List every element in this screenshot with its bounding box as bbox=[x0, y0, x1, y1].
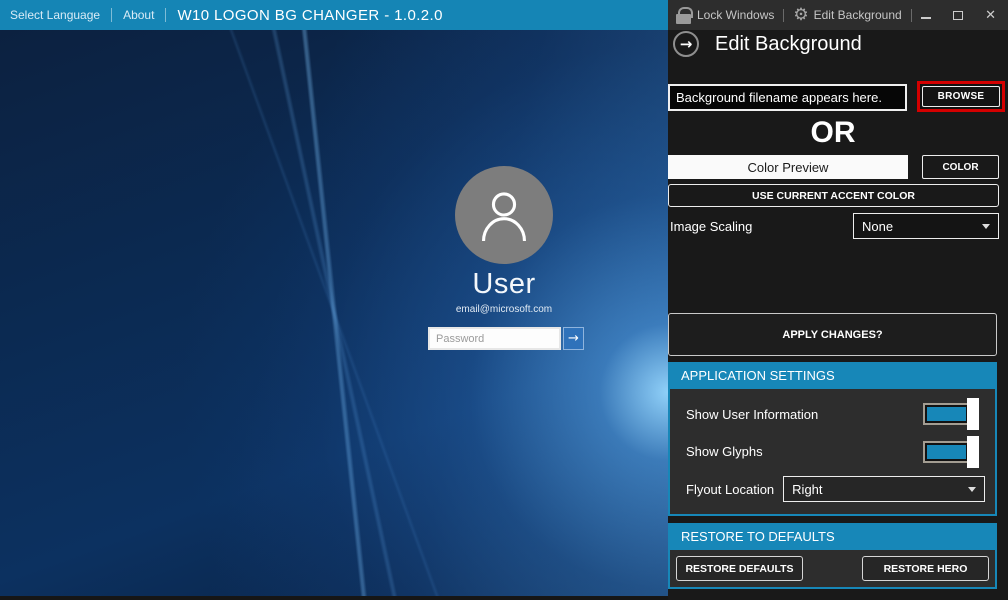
or-label: OR bbox=[668, 116, 998, 150]
collapse-flyout-button[interactable]: → bbox=[673, 31, 699, 57]
person-icon bbox=[473, 184, 535, 246]
restore-to-defaults-section: RESTORE TO DEFAULTS RESTORE DEFAULTS RES… bbox=[668, 523, 997, 589]
color-button[interactable]: COLOR bbox=[922, 155, 999, 179]
menu-about[interactable]: About bbox=[123, 8, 154, 22]
toggle-on-fill bbox=[927, 407, 966, 421]
apply-changes-button[interactable]: APPLY CHANGES? bbox=[668, 313, 997, 356]
window-controls: ✕ bbox=[921, 9, 996, 22]
show-user-information-label: Show User Information bbox=[686, 407, 818, 422]
close-icon[interactable]: ✕ bbox=[985, 9, 996, 22]
use-accent-color-button[interactable]: USE CURRENT ACCENT COLOR bbox=[668, 184, 999, 207]
setting-row-show-user-information: Show User Information bbox=[686, 400, 985, 428]
application-settings-section: APPLICATION SETTINGS Show User Informati… bbox=[668, 362, 997, 516]
chevron-down-icon bbox=[982, 224, 990, 229]
browse-focus-outline: BROWSE bbox=[917, 81, 1005, 112]
password-input[interactable] bbox=[428, 327, 561, 350]
restore-defaults-button[interactable]: RESTORE DEFAULTS bbox=[676, 556, 803, 581]
image-scaling-value: None bbox=[862, 219, 893, 234]
browse-button[interactable]: BROWSE bbox=[922, 86, 1000, 107]
flyout-location-dropdown[interactable]: Right bbox=[783, 476, 985, 502]
titlebar-divider bbox=[783, 9, 784, 22]
flyout-header: → Edit Background bbox=[673, 31, 862, 57]
password-row: → bbox=[428, 327, 584, 350]
toggle-on-fill bbox=[927, 445, 966, 459]
logon-background-preview: User email@microsoft.com → bbox=[0, 30, 668, 596]
show-glyphs-label: Show Glyphs bbox=[686, 444, 763, 459]
titlebar-divider bbox=[111, 8, 112, 22]
user-avatar bbox=[455, 166, 553, 264]
toggle-thumb bbox=[967, 436, 979, 468]
gear-icon: ⚙ bbox=[793, 7, 808, 24]
password-submit-button[interactable]: → bbox=[563, 327, 584, 350]
minimize-icon[interactable] bbox=[921, 17, 931, 19]
application-settings-header: APPLICATION SETTINGS bbox=[668, 362, 997, 389]
lock-icon bbox=[676, 14, 691, 24]
flyout-location-value: Right bbox=[792, 482, 822, 497]
maximize-icon[interactable] bbox=[953, 11, 963, 20]
username-label: User bbox=[404, 268, 604, 301]
toggle-thumb bbox=[967, 398, 979, 430]
restore-to-defaults-header: RESTORE TO DEFAULTS bbox=[668, 523, 997, 550]
setting-row-flyout-location: Flyout Location Right bbox=[686, 475, 985, 503]
app-title: W10 LOGON BG CHANGER - 1.0.2.0 bbox=[177, 7, 442, 24]
restore-hero-button[interactable]: RESTORE HERO bbox=[862, 556, 989, 581]
titlebar: Select Language About W10 LOGON BG CHANG… bbox=[0, 0, 668, 30]
restore-to-defaults-body: RESTORE DEFAULTS RESTORE HERO bbox=[668, 550, 997, 589]
titlebar-right: Lock Windows ⚙ Edit Background ✕ bbox=[668, 0, 1008, 30]
menu-select-language[interactable]: Select Language bbox=[10, 8, 100, 22]
show-glyphs-toggle[interactable] bbox=[923, 441, 979, 463]
setting-row-show-glyphs: Show Glyphs bbox=[686, 438, 985, 466]
lock-windows-button[interactable]: Lock Windows bbox=[697, 8, 774, 22]
background-filename-input[interactable] bbox=[668, 84, 907, 111]
email-label: email@microsoft.com bbox=[404, 304, 604, 315]
show-user-information-toggle[interactable] bbox=[923, 403, 979, 425]
application-settings-body: Show User Information Show Glyphs Flyout… bbox=[668, 389, 997, 516]
flyout-title: Edit Background bbox=[715, 33, 862, 56]
image-scaling-dropdown[interactable]: None bbox=[853, 213, 999, 239]
chevron-down-icon bbox=[968, 487, 976, 492]
image-scaling-label: Image Scaling bbox=[670, 219, 752, 234]
titlebar-divider bbox=[165, 8, 166, 22]
edit-background-button[interactable]: Edit Background bbox=[814, 8, 902, 22]
edit-background-flyout: → Edit Background BROWSE OR Color Previe… bbox=[668, 30, 1008, 600]
titlebar-divider bbox=[911, 9, 912, 22]
flyout-location-label: Flyout Location bbox=[686, 482, 774, 497]
color-preview-swatch: Color Preview bbox=[668, 155, 908, 179]
